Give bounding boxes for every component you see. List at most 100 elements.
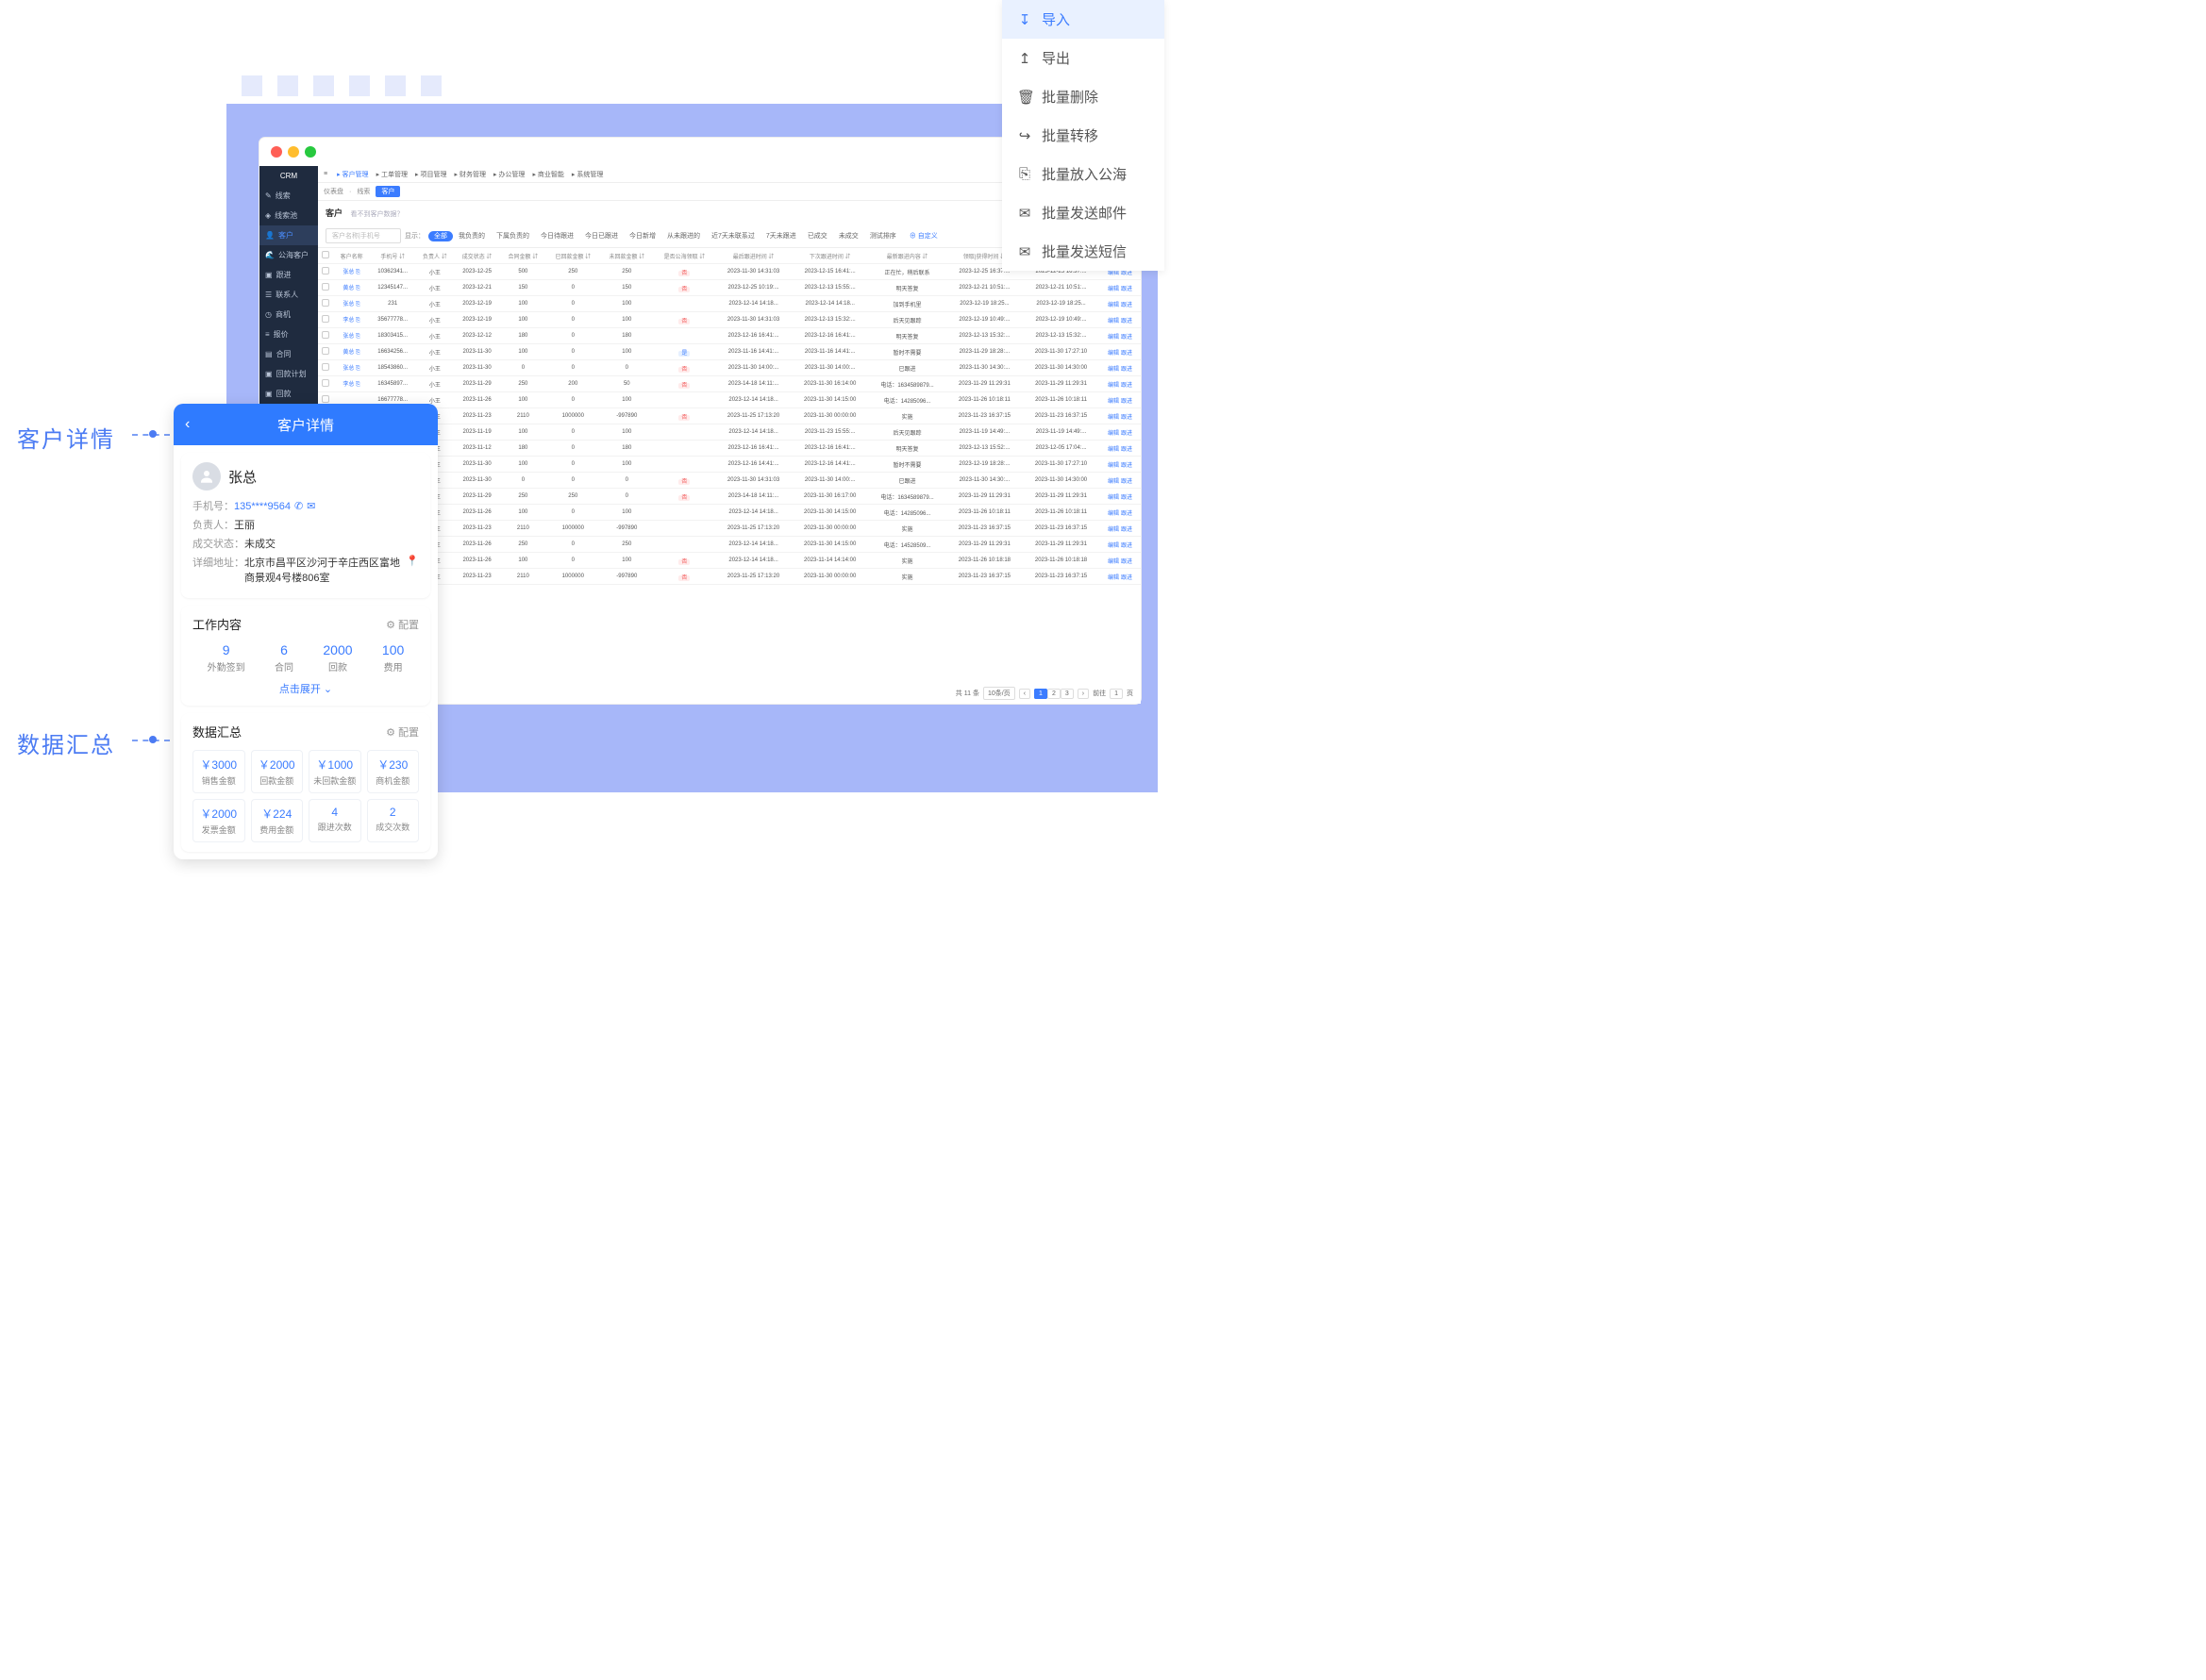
customer-name-link[interactable]: 张总 [343,334,354,340]
summary-cell[interactable]: ￥230商机金额 [367,750,420,793]
followup-link[interactable]: 跟进 [1121,575,1132,581]
edit-link[interactable]: 编辑 [1108,351,1119,357]
customer-name-link[interactable]: 张总 [343,302,354,308]
filter-pill-11[interactable]: 测试排序 [864,231,902,241]
followup-link[interactable]: 跟进 [1121,303,1132,308]
search-input[interactable]: 客户名称|手机号 [326,228,401,243]
col-header-10[interactable]: 下次跟进时间 ⇵ [792,248,868,264]
row-checkbox[interactable] [322,363,329,371]
edit-link[interactable]: 编辑 [1108,527,1119,533]
topnav-item-6[interactable]: ▸ 系统管理 [572,172,603,178]
followup-link[interactable]: 跟进 [1121,383,1132,389]
edit-link[interactable]: 编辑 [1108,559,1119,565]
goto-input[interactable]: 1 [1110,689,1123,699]
edit-link[interactable]: 编辑 [1108,463,1119,469]
edit-link[interactable]: 编辑 [1108,447,1119,453]
filter-pill-5[interactable]: 今日新增 [624,231,661,241]
followup-link[interactable]: 跟进 [1121,559,1132,565]
row-checkbox[interactable] [322,379,329,387]
back-icon[interactable]: ‹ [185,416,190,433]
row-checkbox[interactable] [322,331,329,339]
copy-icon[interactable]: ⎘ [356,350,360,356]
sidebar-item-0[interactable]: ✎线索 [259,186,318,206]
dropdown-item-0[interactable]: ↧导入 [1002,0,1164,39]
summary-cell[interactable]: ￥1000未回款金额 [309,750,361,793]
summary-cell[interactable]: 2成交次数 [367,799,420,842]
phone-value[interactable]: 135****9564 [234,501,291,512]
followup-link[interactable]: 跟进 [1121,351,1132,357]
copy-icon[interactable]: ⎘ [356,382,360,388]
sidebar-item-2[interactable]: 👤客户 [259,225,318,245]
sidebar-item-8[interactable]: ▤合同 [259,344,318,364]
topnav-item-4[interactable]: ▸ 办公管理 [493,172,525,178]
dropdown-item-6[interactable]: ✉批量发送短信 [1002,232,1164,271]
edit-link[interactable]: 编辑 [1108,575,1119,581]
dropdown-item-4[interactable]: ⎘批量放入公海 [1002,155,1164,193]
sidebar-item-1[interactable]: ◈线索池 [259,206,318,225]
col-header-9[interactable]: 最后跟进时间 ⇵ [715,248,792,264]
work-stat[interactable]: 100费用 [382,642,404,674]
page-next[interactable]: › [1078,689,1089,699]
followup-link[interactable]: 跟进 [1121,431,1132,437]
dropdown-item-3[interactable]: ↪批量转移 [1002,116,1164,155]
custom-filter-link[interactable]: ⊕ 自定义 [910,231,938,241]
sidebar-item-10[interactable]: ▣回款 [259,384,318,404]
col-header-6[interactable]: 已回款金额 ⇵ [546,248,600,264]
sidebar-item-9[interactable]: ▣回款计划 [259,364,318,384]
followup-link[interactable]: 跟进 [1121,399,1132,405]
row-checkbox[interactable] [322,315,329,323]
row-checkbox[interactable] [322,347,329,355]
followup-link[interactable]: 跟进 [1121,271,1132,276]
followup-link[interactable]: 跟进 [1121,287,1132,292]
followup-link[interactable]: 跟进 [1121,511,1132,517]
followup-link[interactable]: 跟进 [1121,495,1132,501]
customer-name-link[interactable]: 张总 [343,366,354,372]
followup-link[interactable]: 跟进 [1121,319,1132,324]
copy-icon[interactable]: ⎘ [356,334,360,340]
edit-link[interactable]: 编辑 [1108,287,1119,292]
followup-link[interactable]: 跟进 [1121,367,1132,373]
work-stat[interactable]: 6合同 [275,642,293,674]
location-icon[interactable]: 📍 [406,555,419,567]
summary-cell[interactable]: ￥3000销售金额 [192,750,245,793]
col-header-0[interactable] [318,248,333,264]
menu-icon[interactable]: ≡ [324,171,327,177]
filter-pill-7[interactable]: 近7天未联系过 [706,231,760,241]
copy-icon[interactable]: ⎘ [356,366,360,372]
page-subtitle[interactable]: 看不到客户数据？ [351,211,404,218]
filter-pill-0[interactable]: 全部 [428,231,453,241]
summary-cell[interactable]: 4跟进次数 [309,799,361,842]
edit-link[interactable]: 编辑 [1108,511,1119,517]
table-wrap[interactable]: 客户名称手机号 ⇵负责人 ⇵成交状态 ⇵合同金额 ⇵已回款金额 ⇵未回款金额 ⇵… [318,248,1141,683]
customer-name-link[interactable]: 李总 [343,318,354,324]
followup-link[interactable]: 跟进 [1121,335,1132,341]
filter-pill-3[interactable]: 今日待跟进 [535,231,579,241]
topnav-item-0[interactable]: ▸ 客户管理 [337,172,368,178]
page-number-1[interactable]: 1 [1034,689,1047,699]
filter-pill-4[interactable]: 今日已跟进 [579,231,624,241]
followup-link[interactable]: 跟进 [1121,447,1132,453]
customer-name-link[interactable]: 张总 [343,270,354,275]
summary-config-button[interactable]: ⚙ 配置 [386,724,419,740]
filter-pill-1[interactable]: 我负责的 [453,231,491,241]
work-stat[interactable]: 9外勤签到 [208,642,245,674]
edit-link[interactable]: 编辑 [1108,367,1119,373]
followup-link[interactable]: 跟进 [1121,479,1132,485]
dropdown-item-2[interactable]: 🗑批量删除 [1002,77,1164,116]
summary-cell[interactable]: ￥2000回款金额 [251,750,304,793]
col-header-7[interactable]: 未回款金额 ⇵ [600,248,654,264]
topnav-item-3[interactable]: ▸ 财务管理 [455,172,486,178]
copy-icon[interactable]: ⎘ [356,302,360,308]
col-header-2[interactable]: 手机号 ⇵ [370,248,416,264]
traffic-close[interactable] [271,146,282,158]
followup-link[interactable]: 跟进 [1121,415,1132,421]
sidebar-item-3[interactable]: 🌊公海客户 [259,245,318,265]
filter-pill-8[interactable]: 7天未跟进 [760,231,802,241]
sms-icon[interactable]: ✉ [307,501,315,512]
edit-link[interactable]: 编辑 [1108,495,1119,501]
edit-link[interactable]: 编辑 [1108,303,1119,308]
page-number-2[interactable]: 2 [1047,689,1061,699]
col-header-4[interactable]: 成交状态 ⇵ [454,248,500,264]
edit-link[interactable]: 编辑 [1108,335,1119,341]
edit-link[interactable]: 编辑 [1108,479,1119,485]
